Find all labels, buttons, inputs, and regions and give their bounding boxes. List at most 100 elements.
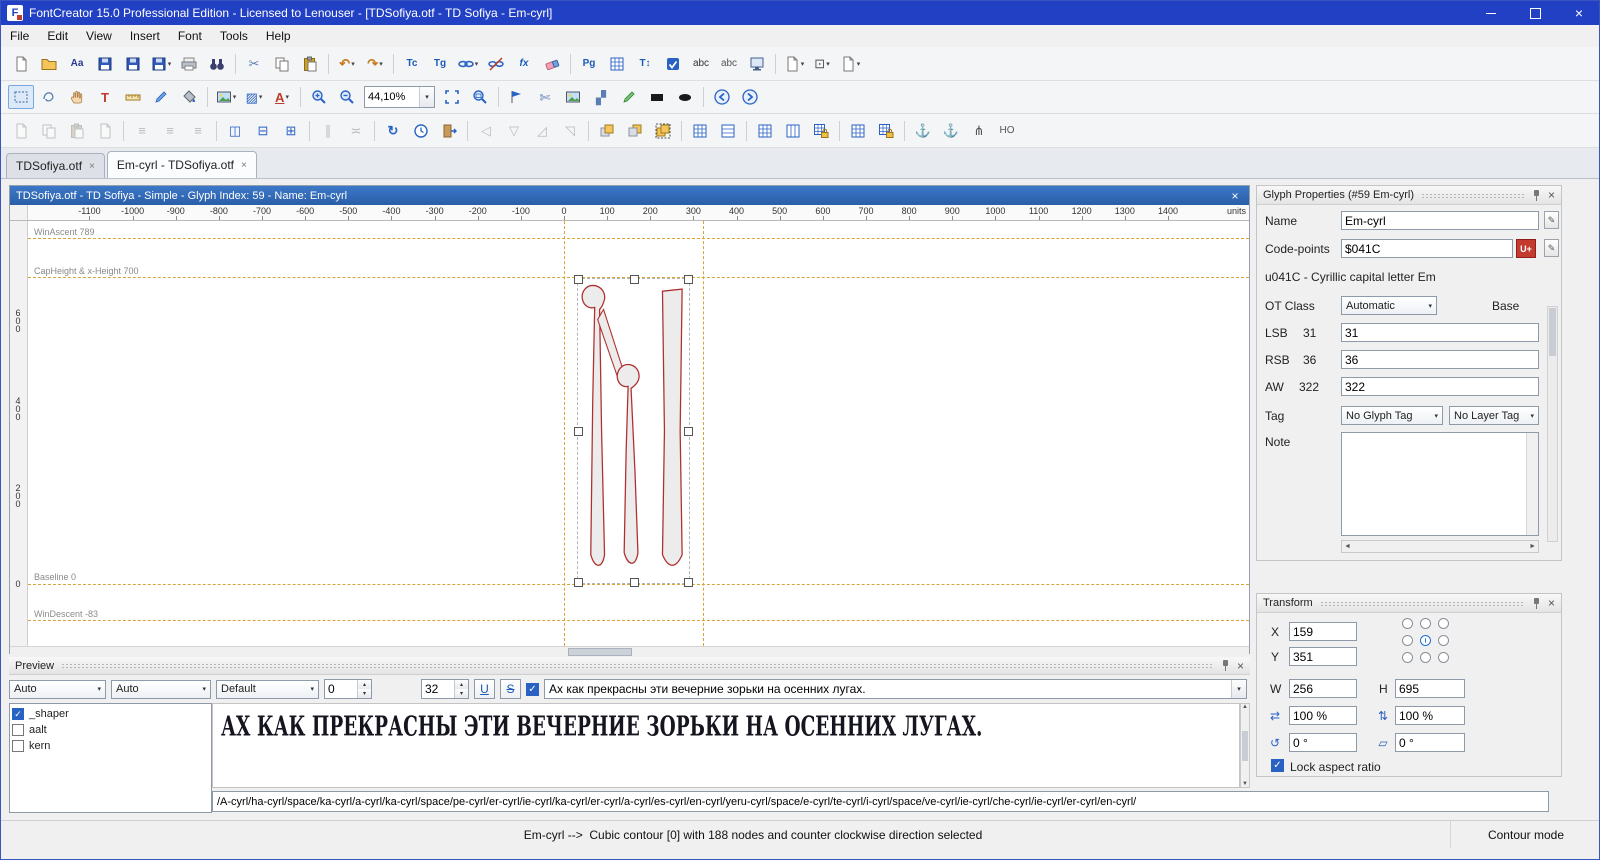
dropdown-arrow-icon[interactable]: ▾ — [475, 60, 479, 68]
toggle-direction-button[interactable]: ↻ — [380, 119, 406, 143]
glyph-names-button[interactable]: abc — [716, 52, 742, 76]
validate-button[interactable] — [660, 52, 686, 76]
autotrace-button[interactable]: ▞ — [588, 85, 614, 109]
insert-contour-button[interactable] — [436, 119, 462, 143]
sample-text-combobox[interactable]: ▾ — [544, 679, 1247, 699]
panel-vertical-scrollbar[interactable] — [1547, 306, 1558, 542]
preview-animation-button[interactable] — [408, 119, 434, 143]
eraser-button[interactable] — [539, 52, 565, 76]
menu-view[interactable]: View — [77, 25, 121, 47]
select-tool-button[interactable] — [8, 85, 34, 109]
page-setup-button[interactable]: ▾ — [837, 52, 863, 76]
selection-handle[interactable] — [574, 275, 583, 284]
snap-metrics-button[interactable] — [780, 119, 806, 143]
lsb-input[interactable] — [1341, 323, 1539, 342]
color-options-button[interactable]: A▾ — [269, 85, 295, 109]
spell-check-button[interactable]: abc — [688, 52, 714, 76]
feature-item-_shaper[interactable]: ✓_shaper — [12, 706, 209, 722]
new-font-button[interactable] — [8, 52, 34, 76]
underline-button[interactable]: U — [474, 679, 495, 699]
scale-y-input[interactable] — [1395, 706, 1465, 725]
aw-input[interactable] — [1341, 377, 1539, 396]
preview-options-checkbox[interactable]: ✓ — [526, 683, 539, 696]
feature-item-aalt[interactable]: aalt — [12, 722, 209, 738]
glyph-path-input[interactable] — [212, 791, 1549, 812]
x-input[interactable] — [1289, 622, 1357, 641]
note-horizontal-scrollbar[interactable]: ◄ ► — [1341, 540, 1539, 553]
snap-lock-button[interactable] — [808, 119, 834, 143]
edit-name-button[interactable]: ✎ — [1544, 211, 1559, 229]
zoom-dropdown-icon[interactable]: ▾ — [419, 87, 434, 107]
h-input[interactable] — [1395, 679, 1465, 698]
anchor-radio-3[interactable] — [1402, 635, 1413, 646]
opentype-designer-button[interactable]: fx — [511, 52, 537, 76]
import-image-button[interactable] — [560, 85, 586, 109]
font-overview-button[interactable]: Aa — [64, 52, 90, 76]
dropdown-arrow-icon[interactable]: ▾ — [801, 60, 805, 68]
panel-close-icon[interactable]: × — [1237, 660, 1244, 672]
scroll-down-icon[interactable]: ▼ — [1242, 781, 1248, 787]
dropdown-arrow-icon[interactable]: ▾ — [379, 60, 383, 68]
next-glyph-button[interactable] — [737, 85, 763, 109]
tracking-input[interactable] — [325, 680, 357, 698]
unicode-badge-icon[interactable]: U+ — [1516, 239, 1536, 258]
anchor-radio-0[interactable] — [1402, 618, 1413, 629]
selection-handle[interactable] — [574, 578, 583, 587]
minimize-button[interactable] — [1469, 1, 1513, 25]
windescent-guideline[interactable] — [28, 620, 1249, 621]
rsb-input[interactable] — [1341, 350, 1539, 369]
split-union-button[interactable]: ⋔ — [966, 119, 992, 143]
cut-button[interactable]: ✂ — [241, 52, 267, 76]
tab-close-icon[interactable]: × — [89, 161, 95, 172]
menu-insert[interactable]: Insert — [121, 25, 169, 47]
zoom-level-input[interactable] — [365, 88, 419, 106]
document-tab-2[interactable]: Em-cyrl - TDSofiya.otf× — [107, 151, 257, 178]
anchors-button[interactable]: ⚓ — [910, 119, 936, 143]
selection-handle[interactable] — [684, 578, 693, 587]
dropdown-arrow-icon[interactable]: ▾ — [168, 60, 172, 68]
layout-grid-button[interactable]: HO — [994, 119, 1020, 143]
dropdown-arrow-icon[interactable]: ▾ — [826, 60, 830, 68]
panel-close-icon[interactable]: × — [1548, 597, 1555, 609]
y-input[interactable] — [1289, 647, 1357, 666]
preview-vertical-scrollbar[interactable]: ▲ ▼ — [1240, 703, 1250, 788]
maximize-button[interactable] — [1513, 1, 1557, 25]
layer-tag-select[interactable]: No Layer Tag ▾ — [1449, 406, 1539, 425]
measure-tool-button[interactable] — [120, 85, 146, 109]
skew-input[interactable] — [1395, 733, 1465, 752]
origin-guideline[interactable] — [564, 221, 565, 646]
zoom-rect-button[interactable] — [467, 85, 493, 109]
menu-edit[interactable]: Edit — [38, 25, 77, 47]
save-font-button[interactable] — [92, 52, 118, 76]
glyph-metrics-button[interactable]: T↕ — [632, 52, 658, 76]
ellipse-tool-button[interactable] — [672, 85, 698, 109]
feature-checkbox[interactable]: ✓ — [12, 708, 24, 720]
fill-tool-button[interactable] — [176, 85, 202, 109]
zoom-in-button[interactable] — [306, 85, 332, 109]
metrics-grid-button[interactable] — [845, 119, 871, 143]
edit-codepoints-button[interactable]: ✎ — [1544, 239, 1559, 257]
selection-handle[interactable] — [630, 275, 639, 284]
anchor-radio-8[interactable] — [1438, 652, 1449, 663]
document-tab-1[interactable]: TDSofiya.otf× — [6, 153, 105, 178]
save-all-button[interactable]: ▾ — [148, 52, 174, 76]
glyph-canvas[interactable]: WinAscent 789 CapHeight & x-Height 700 B… — [28, 221, 1249, 646]
ot-class-select[interactable]: Automatic ▾ — [1341, 296, 1437, 315]
spin-down-icon[interactable]: ▾ — [358, 689, 371, 698]
zoom-fit-button[interactable] — [439, 85, 465, 109]
redo-button[interactable]: ↷▾ — [362, 52, 388, 76]
rotate-input[interactable] — [1289, 733, 1357, 752]
strikethrough-button[interactable]: S — [500, 679, 521, 699]
chevron-down-icon[interactable]: ▾ — [1231, 680, 1246, 698]
anchor-radio-1[interactable] — [1420, 618, 1431, 629]
anchor-radio-4[interactable] — [1420, 635, 1431, 646]
decompose-button[interactable] — [483, 52, 509, 76]
save-font-as-button[interactable] — [120, 52, 146, 76]
selection-handle[interactable] — [630, 578, 639, 587]
scrollbar-thumb[interactable] — [1242, 731, 1248, 761]
undo-button[interactable]: ↶▾ — [334, 52, 360, 76]
transform-script-button[interactable]: Tg — [427, 52, 453, 76]
menu-help[interactable]: Help — [257, 25, 300, 47]
anchor-radio-7[interactable] — [1420, 652, 1431, 663]
advance-width-guideline[interactable] — [703, 221, 704, 646]
